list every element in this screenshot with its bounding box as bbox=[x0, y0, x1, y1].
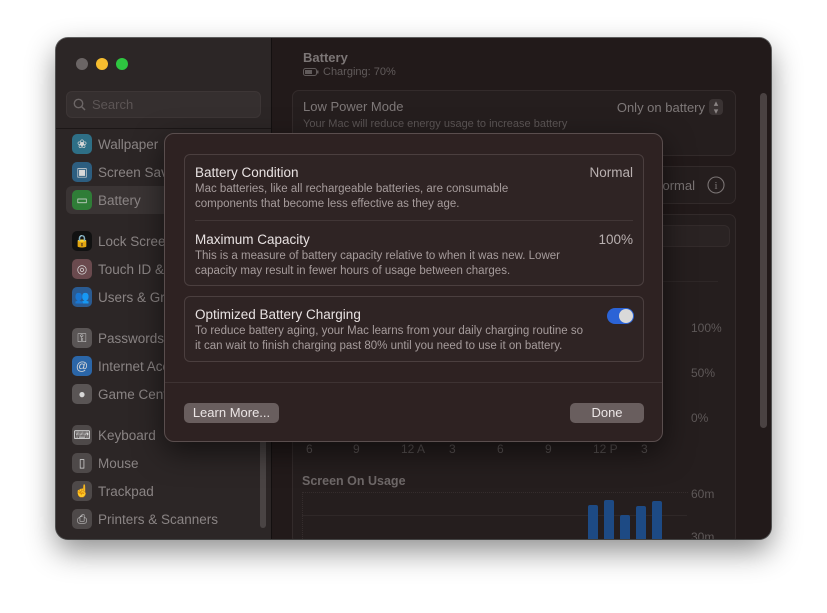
game-center-icon: ● bbox=[72, 384, 92, 404]
users-icon: 👥 bbox=[72, 287, 92, 307]
time-tick: 6 bbox=[306, 442, 313, 456]
level-axis-label: 50% bbox=[691, 366, 716, 380]
svg-text:i: i bbox=[714, 180, 717, 192]
time-tick: 3 bbox=[641, 442, 648, 456]
battery-health-dialog: Battery Condition Normal Mac batteries, … bbox=[164, 133, 663, 442]
time-tick: 12 P bbox=[593, 442, 618, 456]
sidebar-item-label: Mouse bbox=[98, 455, 139, 471]
description-line: This is a measure of battery capacity re… bbox=[195, 250, 560, 262]
sidebar-divider bbox=[56, 128, 271, 129]
description-line: components that become less effective as… bbox=[195, 198, 460, 210]
usage-bar bbox=[588, 505, 598, 539]
low-power-mode-value: Only on battery bbox=[616, 99, 705, 115]
lock-icon: 🔒 bbox=[72, 231, 92, 251]
description-line: To reduce battery aging, your Mac learns… bbox=[195, 325, 584, 337]
battery-status-text: Charging: 70% bbox=[323, 66, 396, 78]
battery-info-group: Battery Condition Normal Mac batteries, … bbox=[184, 154, 644, 286]
usage-bar bbox=[652, 501, 662, 539]
low-power-mode-description: Your Mac will reduce energy usage to inc… bbox=[303, 118, 568, 130]
battery-icon: ▭ bbox=[72, 190, 92, 210]
optimized-charging-description: To reduce battery aging, your Mac learns… bbox=[195, 324, 583, 354]
sidebar-item-label: Keyboard bbox=[98, 427, 156, 443]
search-input[interactable]: Search bbox=[66, 91, 261, 118]
wallpaper-icon: ❀ bbox=[72, 134, 92, 154]
fingerprint-icon: ◎ bbox=[72, 259, 92, 279]
battery-condition-value: Normal bbox=[589, 165, 633, 180]
sidebar-item-label: Printers & Scanners bbox=[98, 511, 219, 527]
level-axis-label: 100% bbox=[691, 321, 722, 335]
usage-bar bbox=[636, 506, 646, 539]
time-tick: 9 bbox=[545, 442, 552, 456]
key-icon: ⚿ bbox=[72, 328, 92, 348]
sidebar-item-label: Battery bbox=[98, 192, 141, 208]
printer-icon: ⎙ bbox=[72, 509, 92, 529]
usage-axis-label: 30m bbox=[691, 530, 715, 539]
usage-axis-label: 60m bbox=[691, 487, 715, 501]
battery-charging-icon bbox=[303, 68, 319, 76]
search-icon bbox=[73, 98, 86, 111]
time-tick: 6 bbox=[497, 442, 504, 456]
dialog-divider bbox=[165, 382, 662, 383]
time-tick: 12 A bbox=[401, 442, 426, 456]
page-title: Battery bbox=[303, 50, 348, 65]
battery-condition-description: Mac batteries, like all rechargeable bat… bbox=[195, 182, 508, 212]
maximum-capacity-title: Maximum Capacity bbox=[195, 232, 310, 247]
sidebar-item-printers-scanners[interactable]: ⎙ Printers & Scanners bbox=[66, 505, 261, 533]
row-separator bbox=[195, 220, 633, 221]
time-tick: 3 bbox=[449, 442, 456, 456]
done-button[interactable]: Done bbox=[570, 403, 644, 423]
trackpad-icon: ☝ bbox=[72, 481, 92, 501]
sidebar-item-label: Lock Screen bbox=[98, 233, 174, 249]
minimize-button[interactable] bbox=[96, 58, 108, 70]
battery-status: Charging: 70% bbox=[303, 66, 396, 78]
keyboard-icon: ⌨ bbox=[72, 425, 92, 445]
description-line: it can wait to finish charging past 80% … bbox=[195, 340, 563, 352]
window-controls bbox=[76, 58, 128, 70]
sidebar-item-mouse[interactable]: ▯ Mouse bbox=[66, 449, 261, 477]
optimized-charging-title: Optimized Battery Charging bbox=[195, 307, 361, 322]
low-power-mode-select[interactable]: Only on battery ▴ ▾ bbox=[616, 99, 723, 116]
time-tick: 9 bbox=[353, 442, 360, 456]
sidebar-item-trackpad[interactable]: ☝ Trackpad bbox=[66, 477, 261, 505]
low-power-mode-label: Low Power Mode bbox=[303, 99, 404, 114]
screen-saver-icon: ▣ bbox=[72, 162, 92, 182]
toggle-knob bbox=[619, 309, 633, 323]
maximum-capacity-value: 100% bbox=[598, 232, 633, 247]
close-button[interactable] bbox=[76, 58, 88, 70]
optimized-charging-toggle[interactable] bbox=[607, 308, 634, 324]
battery-condition-title: Battery Condition bbox=[195, 165, 299, 180]
main-scrollbar[interactable] bbox=[760, 93, 767, 428]
usage-bar bbox=[620, 515, 630, 539]
description-line: capacity may result in fewer hours of us… bbox=[195, 265, 511, 277]
at-icon: @ bbox=[72, 356, 92, 376]
search-placeholder: Search bbox=[92, 97, 134, 112]
zoom-button[interactable] bbox=[116, 58, 128, 70]
sidebar-item-label: Trackpad bbox=[98, 483, 154, 499]
usage-bar bbox=[604, 500, 614, 539]
maximum-capacity-description: This is a measure of battery capacity re… bbox=[195, 249, 560, 279]
info-icon[interactable]: i bbox=[707, 176, 725, 194]
level-axis-label: 0% bbox=[691, 411, 709, 425]
sidebar-scrollbar[interactable] bbox=[260, 428, 266, 528]
sidebar-item-label: Wallpaper bbox=[98, 136, 159, 152]
learn-more-button[interactable]: Learn More... bbox=[184, 403, 279, 423]
chevron-up-down-icon: ▴ ▾ bbox=[709, 99, 723, 116]
description-line: Mac batteries, like all rechargeable bat… bbox=[195, 183, 509, 195]
sidebar-item-label: Passwords bbox=[98, 330, 165, 346]
optimized-charging-group: Optimized Battery Charging To reduce bat… bbox=[184, 296, 644, 362]
mouse-icon: ▯ bbox=[72, 453, 92, 473]
screen-on-usage-title: Screen On Usage bbox=[302, 474, 406, 488]
